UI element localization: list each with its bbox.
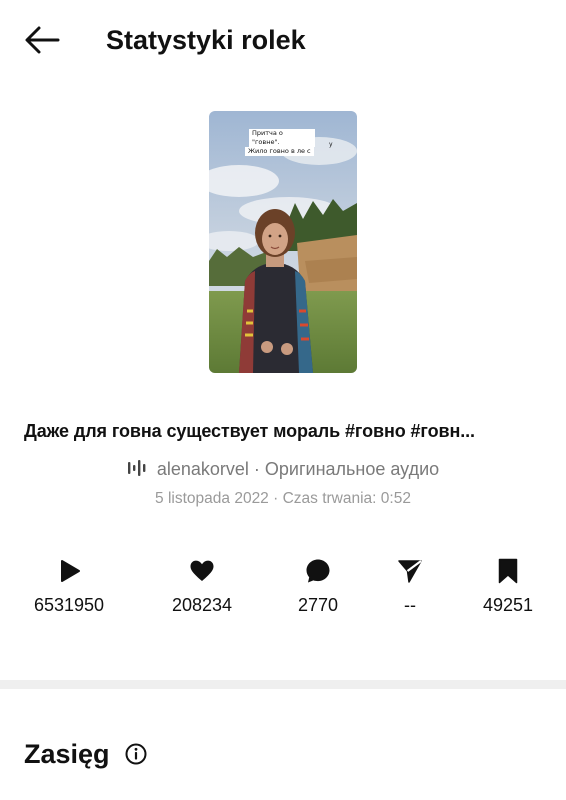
header: Statystyki rolek: [0, 0, 566, 80]
page-title: Statystyki rolek: [106, 25, 306, 55]
play-icon: [61, 560, 80, 582]
thumbnail-caption-line1: Притча о "говне".: [249, 129, 315, 147]
thumbnail-caption-line2: Жило говно в ле с: [245, 147, 314, 156]
thumbnail-caption-stray: у: [329, 141, 333, 148]
bookmark-icon: [498, 558, 518, 584]
reel-description: Даже для говна существует мораль #говно …: [24, 421, 475, 441]
audio-waveform-icon: [127, 460, 146, 477]
stat-saves[interactable]: 49251: [448, 558, 566, 622]
stat-saves-value: 49251: [482, 595, 534, 615]
info-button[interactable]: [125, 743, 147, 765]
arrow-left-icon: [25, 26, 60, 54]
heart-icon: [190, 560, 214, 581]
reel-thumbnail[interactable]: Притча о "говне". Жило говно в ле с у: [209, 111, 357, 373]
back-button[interactable]: [22, 24, 62, 56]
section-divider: [0, 680, 566, 689]
info-icon: [125, 743, 147, 765]
audio-row[interactable]: alenakorvel · Оригинальное аудио: [0, 456, 566, 482]
send-icon: [398, 560, 422, 583]
section-title-reach: Zasięg: [24, 739, 110, 769]
stat-plays-value: 6531950: [33, 595, 105, 615]
reel-meta: 5 listopada 2022 · Czas trwania: 0:52: [155, 490, 411, 507]
stat-likes-value: 208234: [171, 595, 233, 615]
audio-label: alenakorvel · Оригинальное аудио: [156, 459, 440, 479]
stat-plays[interactable]: 6531950: [9, 558, 129, 622]
stats-row: 6531950 208234 2770 -- 49251: [0, 558, 566, 628]
thumbnail-caption: Притча о "говне". Жило говно в ле с у: [245, 129, 333, 156]
comment-icon: [306, 559, 330, 583]
stat-likes[interactable]: 208234: [142, 558, 262, 622]
